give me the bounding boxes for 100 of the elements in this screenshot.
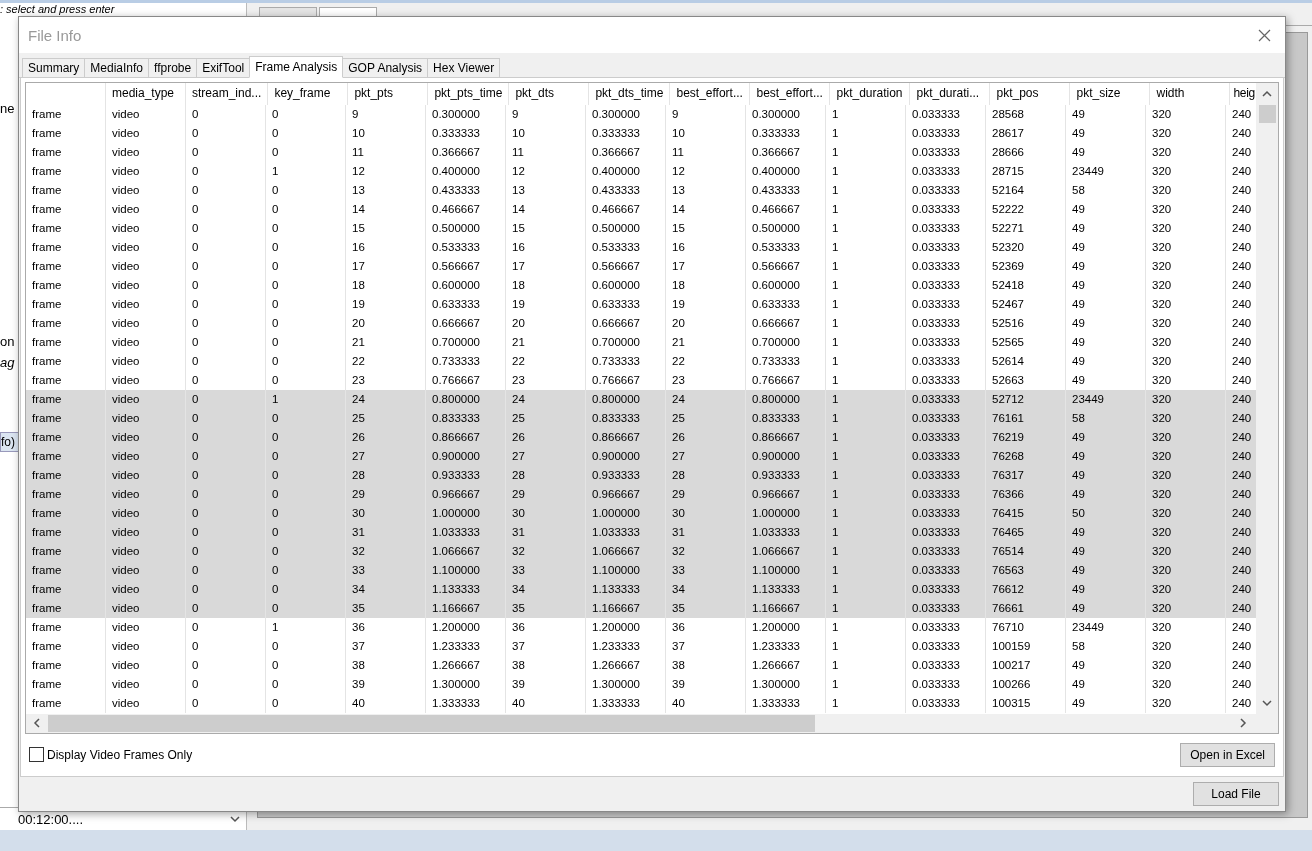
table-cell: 49 <box>1066 351 1146 371</box>
tab[interactable]: ffprobe <box>148 57 198 77</box>
table-cell: 0.433333 <box>586 180 666 200</box>
table-cell: 11 <box>346 142 426 162</box>
table-cell: 0.400000 <box>586 161 666 181</box>
table-cell: 16 <box>666 237 746 257</box>
dropdown-chevron-icon[interactable] <box>230 814 240 824</box>
table-cell: 0 <box>186 427 266 447</box>
table-cell: 0 <box>186 370 266 390</box>
table-cell: 320 <box>1146 199 1226 219</box>
label: on <box>0 334 15 349</box>
table-cell: 320 <box>1146 446 1226 466</box>
table-cell-text: 240 <box>1231 391 1253 407</box>
scroll-thumb[interactable] <box>1258 104 1276 123</box>
load-file-button[interactable]: Load File <box>1193 781 1279 806</box>
table-cell: 1 <box>826 389 906 409</box>
scroll-thumb[interactable] <box>48 714 815 732</box>
table-cell: 0.433333 <box>746 180 826 200</box>
table-cell: 0.966667 <box>746 484 826 504</box>
tab[interactable]: GOP Analysis <box>342 57 429 77</box>
column-header[interactable]: pkt_durati... <box>910 82 991 105</box>
table-cell: 0 <box>186 142 266 162</box>
table-cell: frame <box>26 674 106 694</box>
table-cell: 0.733333 <box>586 351 666 371</box>
table-cell: 0.766667 <box>746 370 826 390</box>
scroll-left-icon[interactable] <box>32 718 42 728</box>
table-cell: 20 <box>346 313 426 333</box>
table-cell: video <box>106 617 186 637</box>
tab[interactable]: Hex Viewer <box>427 57 501 77</box>
table-cell: 49 <box>1066 560 1146 580</box>
table-cell: 1.300000 <box>426 674 506 694</box>
table-cell: 320 <box>1146 579 1226 599</box>
table-cell: 100159 <box>986 636 1066 656</box>
table-cell: frame <box>26 655 106 675</box>
table-cell: 1.300000 <box>746 674 826 694</box>
column-header[interactable]: pkt_dts_time <box>589 82 671 105</box>
table-cell: 76563 <box>986 560 1066 580</box>
table-cell: 0 <box>266 313 346 333</box>
table-cell: 1 <box>826 275 906 295</box>
table-cell: 0 <box>186 294 266 314</box>
table-cell: 49 <box>1066 256 1146 276</box>
tab[interactable]: Frame Analysis <box>249 55 344 78</box>
table-cell-text: 240 <box>1231 220 1253 236</box>
column-header[interactable]: pkt_size <box>1070 82 1151 105</box>
scroll-down-icon[interactable] <box>1262 697 1272 708</box>
column-header[interactable]: heig <box>1230 82 1256 105</box>
table-cell: 49 <box>1066 655 1146 675</box>
table-cell: frame <box>26 427 106 447</box>
column-header[interactable]: best_effort... <box>750 82 831 105</box>
table-cell: 15 <box>666 218 746 238</box>
column-header[interactable]: stream_ind... <box>186 82 269 105</box>
table-cell: 16 <box>346 237 426 257</box>
table-cell: 49 <box>1066 484 1146 504</box>
table-cell: video <box>106 484 186 504</box>
table-cell: 76415 <box>986 503 1066 523</box>
table-cell: 0 <box>266 484 346 504</box>
table-cell: 0.600000 <box>426 275 506 295</box>
table-cell-text: 240 <box>1231 524 1253 540</box>
table-cell: 0 <box>266 351 346 371</box>
table-cell: video <box>106 313 186 333</box>
table-cell: 320 <box>1146 674 1226 694</box>
table-cell: 1 <box>826 332 906 352</box>
video-frames-checkbox[interactable]: Display Video Frames Only <box>29 747 193 762</box>
table-cell: 0.033333 <box>906 123 986 143</box>
vertical-scrollbar[interactable] <box>1256 82 1278 714</box>
table-cell: 23 <box>346 370 426 390</box>
column-header[interactable]: best_effort... <box>670 82 751 105</box>
table-cell: video <box>106 237 186 257</box>
column-header[interactable]: pkt_pts_time <box>428 82 510 105</box>
table-cell: video <box>106 389 186 409</box>
open-in-excel-button[interactable]: Open in Excel <box>1180 742 1275 767</box>
table-cell: 49 <box>1066 313 1146 333</box>
checkbox[interactable] <box>29 747 44 762</box>
column-header[interactable]: width <box>1150 82 1231 105</box>
table-cell: frame <box>26 332 106 352</box>
scroll-up-icon[interactable] <box>1262 88 1272 99</box>
table-cell: 1.266667 <box>746 655 826 675</box>
table-cell: 0.033333 <box>906 503 986 523</box>
column-header[interactable]: pkt_duration <box>830 82 911 105</box>
table-cell: 0.300000 <box>426 104 506 124</box>
table-cell: frame <box>26 123 106 143</box>
column-header[interactable]: pkt_dts <box>509 82 590 105</box>
column-header[interactable]: pkt_pos <box>990 82 1071 105</box>
scroll-right-icon[interactable] <box>1238 718 1248 728</box>
table-cell: 1.033333 <box>746 522 826 542</box>
column-header[interactable]: key_frame <box>268 82 349 105</box>
table-cell: 1 <box>826 142 906 162</box>
table-cell: 0.633333 <box>426 294 506 314</box>
table-cell: 31 <box>506 522 586 542</box>
column-header[interactable]: media_type <box>106 82 186 105</box>
table-cell: 32 <box>506 541 586 561</box>
table-cell: 24 <box>506 389 586 409</box>
table-cell: 49 <box>1066 294 1146 314</box>
horizontal-scrollbar[interactable] <box>26 713 1256 733</box>
table-cell: 0.500000 <box>746 218 826 238</box>
close-icon[interactable] <box>1258 28 1271 42</box>
table-cell: 0.666667 <box>426 313 506 333</box>
column-header[interactable]: pkt_pts <box>348 82 429 105</box>
tab[interactable]: Summary <box>22 57 86 77</box>
table-cell: 1 <box>826 294 906 314</box>
